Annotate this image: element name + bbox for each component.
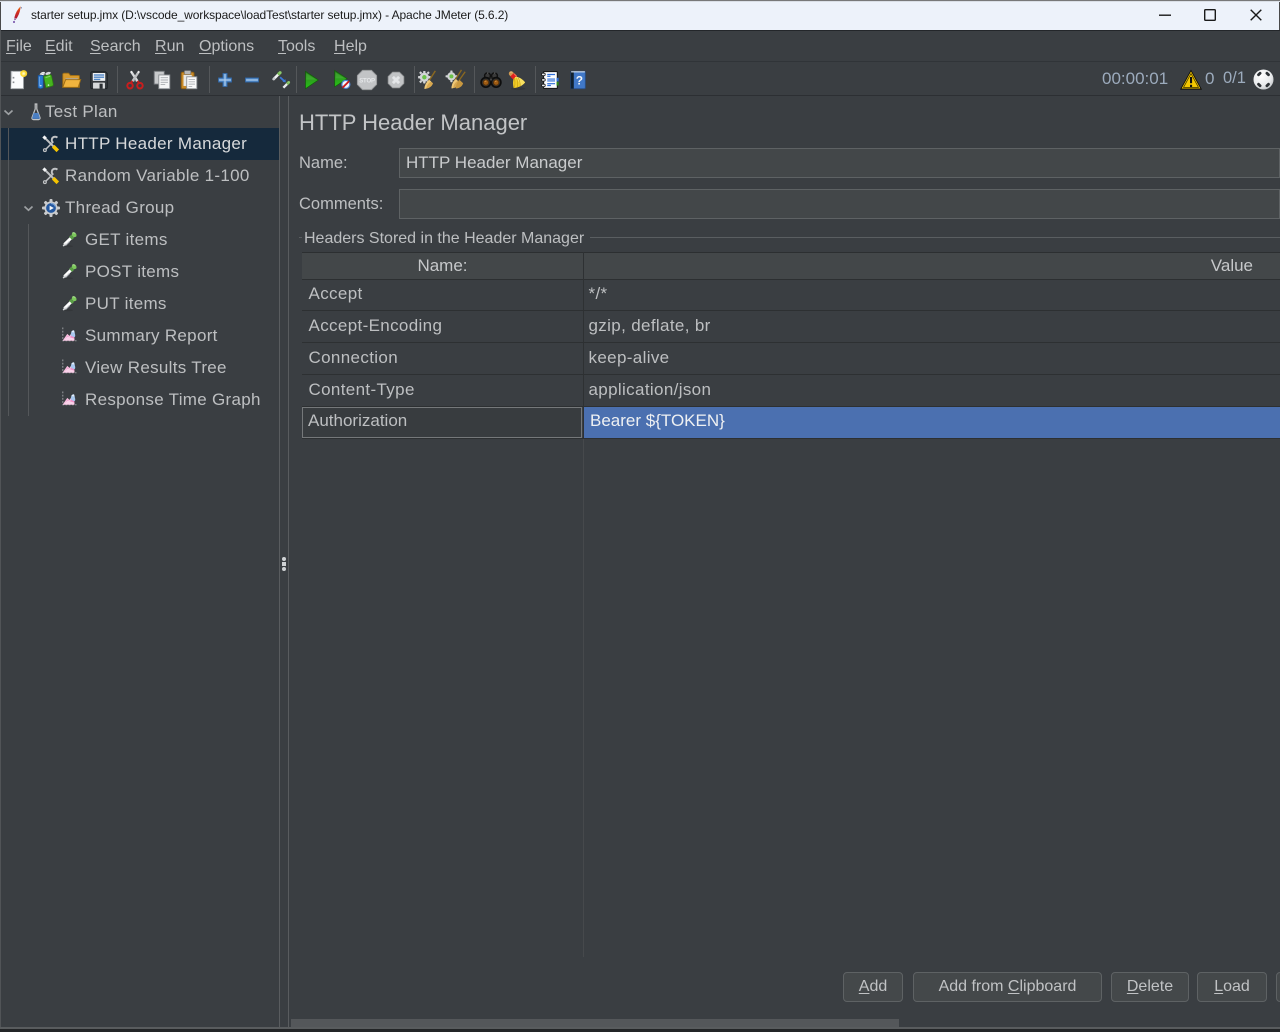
svg-text:?: ? — [576, 74, 583, 88]
svg-text:STOP: STOP — [359, 78, 375, 84]
